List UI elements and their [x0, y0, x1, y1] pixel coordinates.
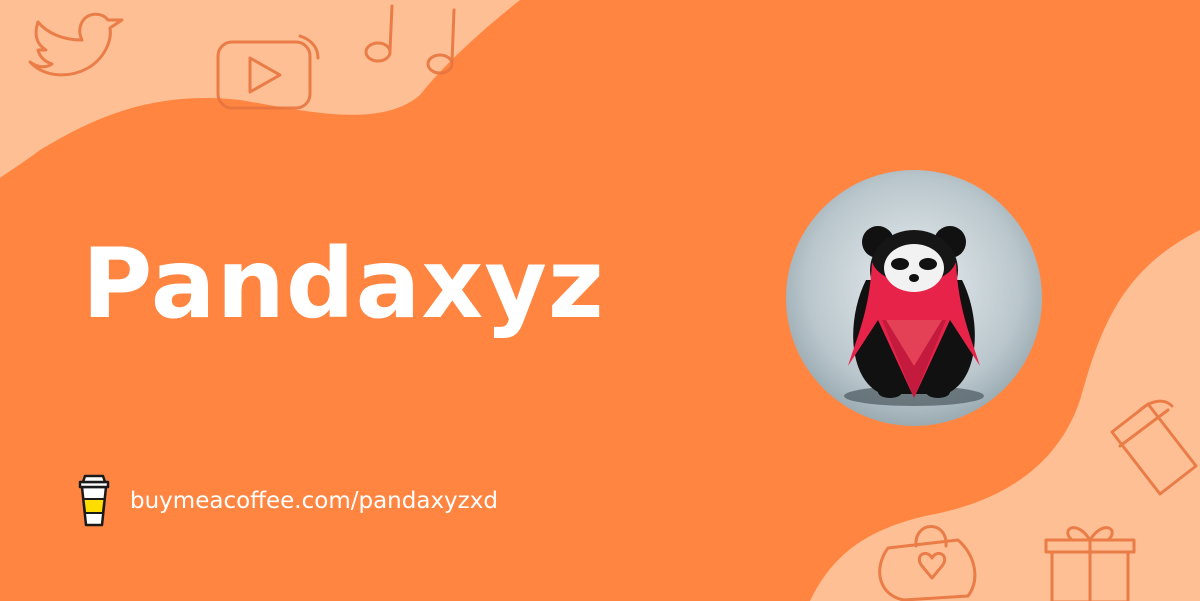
- coffee-cup-icon: [78, 474, 110, 527]
- page-link[interactable]: buymeacoffee.com/pandaxyzxd: [76, 473, 498, 529]
- creator-avatar: [786, 170, 1042, 426]
- top-left-blob: [0, 0, 520, 178]
- panda-avatar-image: [786, 170, 1042, 426]
- banner: Pandaxyz buymeacoffee.com/pandaxyzxd: [0, 0, 1200, 601]
- creator-name: Pandaxyz: [82, 228, 605, 340]
- page-url-text[interactable]: buymeacoffee.com/pandaxyzxd: [130, 488, 498, 514]
